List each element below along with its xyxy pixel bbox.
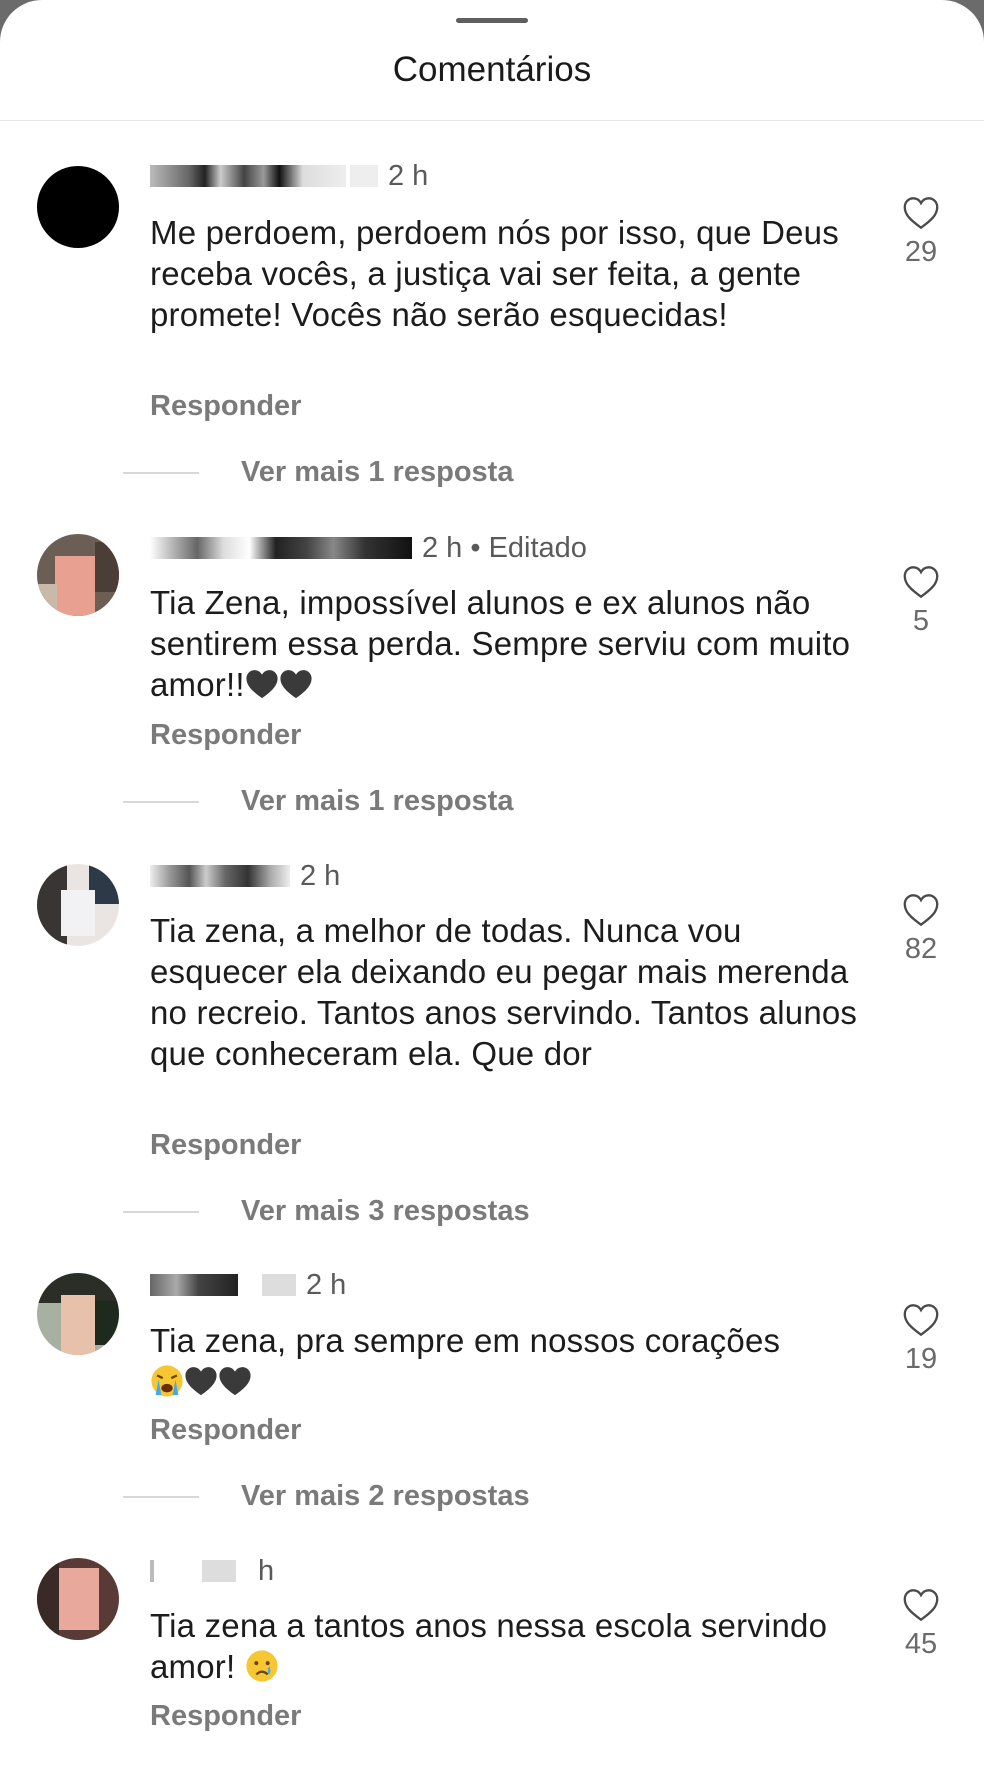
view-more-replies[interactable]: Ver mais 1 resposta [123, 785, 513, 818]
comment-text: Me perdoem, perdoem nós por isso, que De… [150, 214, 839, 333]
like-count: 45 [904, 1628, 938, 1660]
avatar[interactable] [37, 1273, 119, 1355]
heart-outline-icon [903, 566, 939, 599]
black-heart-emoji [184, 1363, 218, 1400]
reply-button[interactable]: Responder [150, 719, 301, 752]
avatar[interactable] [37, 1558, 119, 1640]
username-redacted[interactable] [150, 1274, 238, 1296]
sheet-title: Comentários [392, 50, 592, 89]
like-button[interactable]: 45 [890, 1588, 952, 1661]
like-button[interactable]: 19 [890, 1303, 952, 1376]
comment-text: Tia Zena, impossível alunos e ex alunos … [150, 584, 851, 703]
comment-header: 2 h [150, 858, 340, 894]
loudly-crying-face-emoji [150, 1363, 184, 1400]
comment-time: 2 h [300, 859, 341, 892]
avatar[interactable] [37, 864, 119, 946]
like-button[interactable]: 5 [890, 565, 952, 638]
comment-header: 2 h • Editado [150, 530, 587, 566]
comment-time: h [258, 1554, 275, 1587]
username-redacted[interactable] [150, 1560, 154, 1582]
header-divider [0, 120, 984, 121]
crying-face-emoji [245, 1648, 279, 1685]
comment-time: 2 h [388, 159, 429, 192]
like-button[interactable]: 82 [890, 893, 952, 966]
comment-header: h [150, 1553, 274, 1589]
like-count: 82 [904, 933, 938, 965]
username-redacted[interactable] [150, 865, 290, 887]
reply-button[interactable]: Responder [150, 1129, 301, 1162]
like-button[interactable]: 29 [890, 196, 952, 269]
reply-button[interactable]: Responder [150, 390, 301, 423]
view-more-replies[interactable]: Ver mais 2 respostas [123, 1480, 530, 1513]
heart-outline-icon [903, 197, 939, 230]
comment-text: Tia zena, a melhor de todas. Nunca vou e… [150, 912, 858, 1072]
heart-outline-icon [903, 1589, 939, 1622]
heart-outline-icon [903, 894, 939, 927]
username-redacted[interactable] [150, 165, 346, 187]
avatar[interactable] [37, 534, 119, 616]
comments-sheet: Comentários 2 h Me perdoem, perdoem nós … [0, 0, 984, 1765]
like-count: 19 [904, 1343, 938, 1375]
comment-text: Tia zena, pra sempre em nossos corações [150, 1320, 870, 1402]
view-more-replies[interactable]: Ver mais 3 respostas [123, 1195, 530, 1228]
heart-outline-icon [903, 1304, 939, 1337]
comment-time: 2 h [306, 1268, 347, 1301]
drag-handle[interactable] [456, 18, 528, 23]
comment-time: 2 h • Editado [422, 531, 587, 564]
black-heart-emoji [218, 1363, 252, 1400]
like-count: 29 [904, 236, 938, 268]
black-heart-emoji [245, 666, 279, 703]
reply-button[interactable]: Responder [150, 1414, 301, 1447]
comment-header: 2 h [150, 1267, 346, 1303]
comment-text: Tia zena a tantos anos nessa escola serv… [150, 1607, 828, 1685]
like-count: 5 [912, 605, 930, 637]
black-heart-emoji [279, 666, 313, 703]
avatar[interactable] [37, 166, 119, 248]
view-more-replies[interactable]: Ver mais 1 resposta [123, 456, 513, 489]
username-redacted[interactable] [150, 537, 412, 559]
reply-button[interactable]: Responder [150, 1700, 301, 1733]
comment-header: 2 h [150, 158, 428, 194]
